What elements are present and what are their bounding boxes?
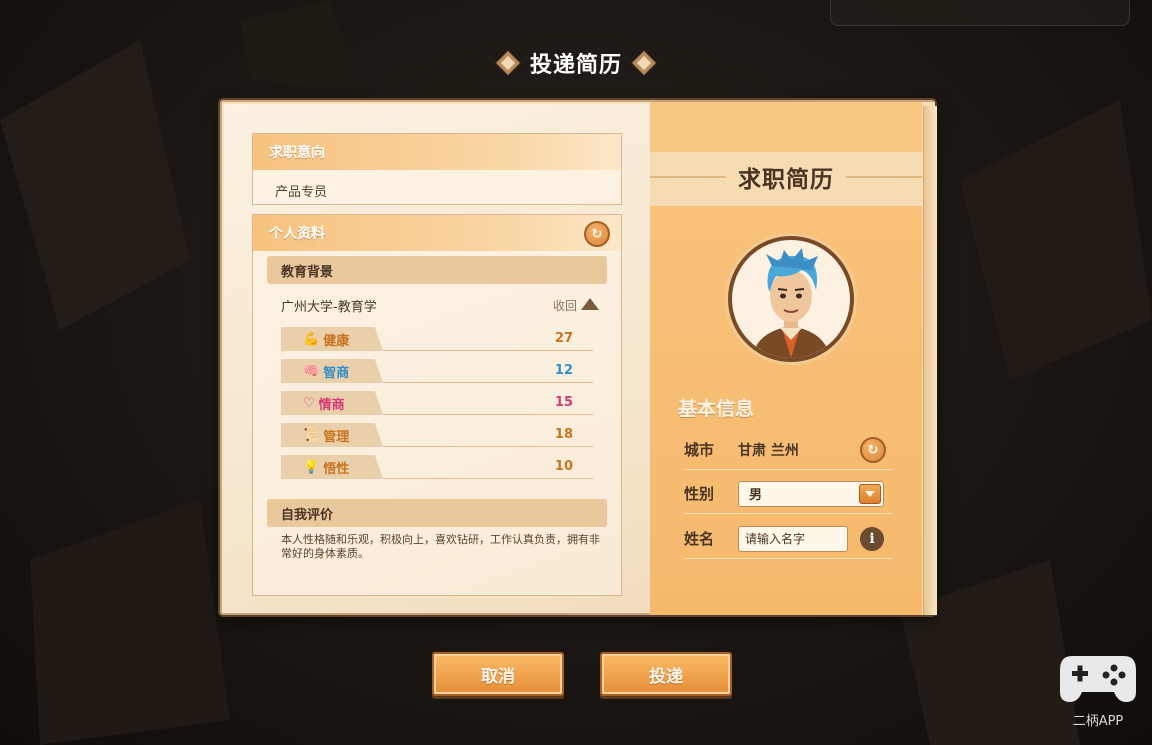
job-intent-section: 求职意向 产品专员 xyxy=(252,133,622,205)
page-edge xyxy=(923,106,937,615)
education-heading: 教育背景 xyxy=(267,256,607,284)
basic-info-title: 基本信息 xyxy=(678,398,755,420)
stat-label: 智商 xyxy=(323,365,350,381)
profile-refresh-button[interactable]: ↻ xyxy=(584,221,610,247)
job-intent-heading: 求职意向 xyxy=(253,134,621,170)
city-refresh-button[interactable]: ↻ xyxy=(860,437,886,463)
name-input[interactable] xyxy=(738,525,848,552)
resume-title: 求职简历 xyxy=(738,167,834,193)
stat-value: 27 xyxy=(554,331,573,346)
gender-selected-value: 男 xyxy=(749,488,763,503)
stat-row-health: 💪 健康 27 xyxy=(281,327,593,351)
self-evaluation-heading: 自我评价 xyxy=(267,499,607,527)
self-evaluation-text: 本人性格随和乐观，积极向上，喜欢钻研，工作认真负责，拥有非常好的身体素质。 xyxy=(281,533,600,560)
left-page: 求职意向 产品专员 个人资料 ↻ 教育背景 广州大学-教育学 收回 💪 健康 2… xyxy=(224,104,650,613)
stat-value: 15 xyxy=(554,395,573,410)
cancel-button[interactable]: 取消 xyxy=(432,652,564,696)
gender-label: 性别 xyxy=(684,485,715,503)
diamond-ornament-icon xyxy=(632,51,656,75)
city-value: 甘肃 兰州 xyxy=(738,442,799,459)
gender-row: 性别 男 xyxy=(684,474,892,514)
stat-tag: 💪 健康 xyxy=(281,327,383,351)
stat-tag: 📜 管理 xyxy=(281,423,383,447)
watermark: 二柄APP xyxy=(1056,652,1140,729)
stat-row-management: 📜 管理 18 xyxy=(281,423,593,447)
refresh-icon: ↻ xyxy=(591,226,603,242)
stat-label: 悟性 xyxy=(323,461,350,477)
muscle-icon: 💪 xyxy=(303,331,320,347)
top-right-frame xyxy=(830,0,1130,26)
character-portrait xyxy=(752,248,830,358)
diamond-ornament-icon xyxy=(496,51,520,75)
city-label: 城市 xyxy=(684,441,715,459)
gender-select[interactable]: 男 xyxy=(738,480,884,507)
school-name: 广州大学-教育学 xyxy=(281,299,377,315)
name-label: 姓名 xyxy=(684,530,715,548)
stat-label: 健康 xyxy=(323,333,350,349)
collapse-button[interactable]: 收回 xyxy=(553,297,599,314)
heart-icon: ♡ xyxy=(303,395,315,411)
profile-heading: 个人资料 xyxy=(253,215,621,251)
watermark-text: 二柄APP xyxy=(1072,714,1124,729)
stat-row-eq: ♡ 情商 15 xyxy=(281,391,593,415)
job-intent-value: 产品专员 xyxy=(275,185,328,200)
gamepad-icon xyxy=(1060,656,1136,702)
stat-tag: 🧠 智商 xyxy=(281,359,383,383)
stat-label: 管理 xyxy=(323,429,350,445)
school-row: 广州大学-教育学 收回 xyxy=(281,295,599,315)
stat-label: 情商 xyxy=(318,397,345,413)
avatar xyxy=(728,236,854,362)
stat-value: 10 xyxy=(554,459,573,474)
stat-row-iq: 🧠 智商 12 xyxy=(281,359,593,383)
lightbulb-icon: 💡 xyxy=(303,459,320,475)
top-band xyxy=(650,102,922,152)
stat-value: 12 xyxy=(554,363,573,378)
resume-body: 基本信息 城市 甘肃 兰州 ↻ 性别 男 姓名 i xyxy=(650,206,922,615)
stat-value: 18 xyxy=(554,427,573,442)
name-row: 姓名 i xyxy=(684,519,892,559)
collapse-label: 收回 xyxy=(552,298,577,313)
scroll-icon: 📜 xyxy=(303,427,320,443)
brain-icon: 🧠 xyxy=(303,363,320,379)
triangle-up-icon xyxy=(581,298,599,310)
refresh-icon: ↻ xyxy=(867,442,879,458)
screen-title: 投递简历 xyxy=(0,46,1152,80)
stat-row-wit: 💡 悟性 10 xyxy=(281,455,593,479)
submit-button[interactable]: 投递 xyxy=(600,652,732,696)
stat-tag: 💡 悟性 xyxy=(281,455,383,479)
right-page: 求职简历 基本信息 城市 甘肃 兰州 ↻ 性别 男 姓名 请输入名字 i xyxy=(650,102,937,615)
profile-section: 个人资料 ↻ 教育背景 广州大学-教育学 收回 💪 健康 27 🧠 智商 12 … xyxy=(252,214,622,596)
chevron-down-icon xyxy=(859,483,881,504)
title-text: 投递简历 xyxy=(529,53,622,78)
stat-tag: ♡ 情商 xyxy=(281,391,383,415)
info-icon[interactable]: i xyxy=(860,527,884,551)
title-divider xyxy=(650,176,726,178)
city-row: 城市 甘肃 兰州 ↻ xyxy=(684,430,892,470)
title-divider xyxy=(846,176,922,178)
resume-title-row: 求职简历 xyxy=(650,160,922,194)
resume-panel: 求职意向 产品专员 个人资料 ↻ 教育背景 广州大学-教育学 收回 💪 健康 2… xyxy=(220,100,937,615)
